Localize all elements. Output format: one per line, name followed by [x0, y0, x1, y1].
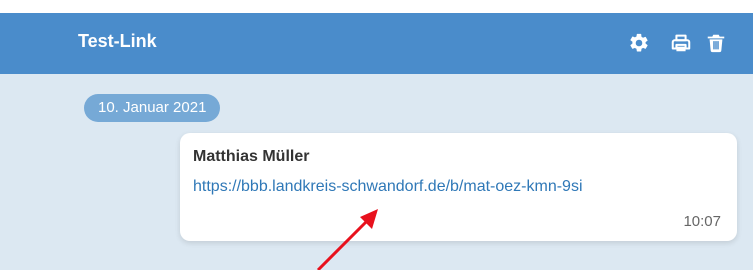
message-sender: Matthias Müller [193, 148, 310, 165]
screenshot-frame: Test-Link 10. Januar 2021 Matthias Mülle… [0, 0, 753, 270]
trash-icon[interactable] [705, 32, 727, 54]
message-link[interactable]: https://bbb.landkreis-schwandorf.de/b/ma… [193, 177, 583, 197]
gear-icon[interactable] [628, 32, 650, 54]
chat-title: Test-Link [78, 31, 157, 51]
date-chip: 10. Januar 2021 [84, 94, 221, 122]
message-time: 10:07 [683, 213, 721, 230]
print-icon[interactable] [670, 32, 692, 54]
